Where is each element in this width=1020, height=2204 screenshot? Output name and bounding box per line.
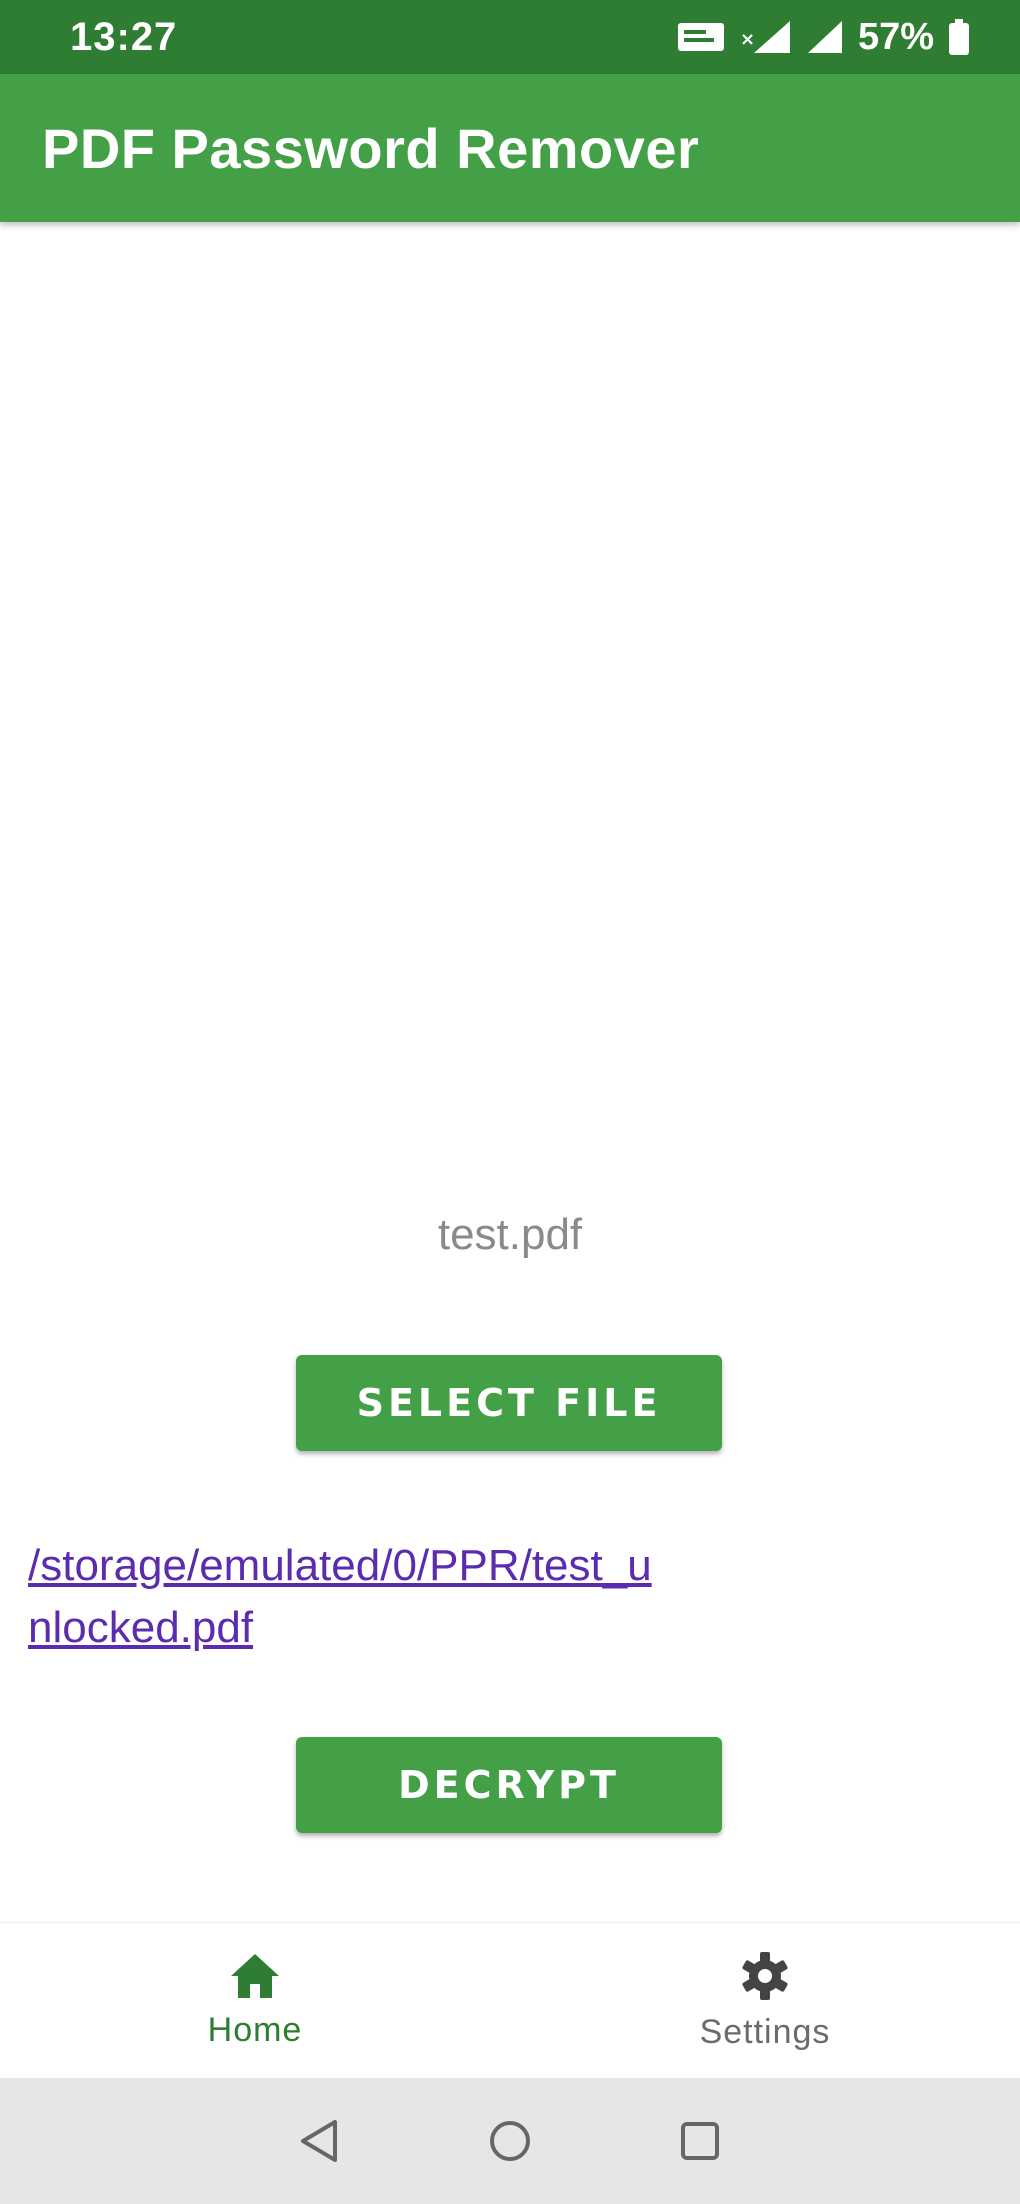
svg-text:×: × xyxy=(740,29,755,50)
nav-item-settings[interactable]: Settings xyxy=(510,1923,1020,2079)
system-navigation-bar xyxy=(0,2078,1020,2204)
select-file-button[interactable]: SELECT FILE xyxy=(296,1355,722,1451)
nav-item-home[interactable]: Home xyxy=(0,1923,510,2079)
battery-percentage: 57% xyxy=(857,15,934,58)
bottom-navigation: Home Settings xyxy=(0,1922,1020,2078)
home-icon xyxy=(229,1952,281,2005)
app-bar: PDF Password Remover xyxy=(0,74,1020,222)
status-bar: 13:27 × 57% xyxy=(0,0,1020,74)
nav-item-label: Home xyxy=(207,2011,303,2049)
output-file-path-link[interactable]: /storage/emulated/0/PPR/test_unlocked.pd… xyxy=(28,1535,668,1659)
app-title: PDF Password Remover xyxy=(42,116,700,180)
signal-icon xyxy=(806,19,844,55)
nav-item-label: Settings xyxy=(699,2013,831,2051)
selected-file-name: test.pdf xyxy=(437,1210,583,1259)
recents-icon[interactable] xyxy=(675,2116,725,2166)
status-icons: × 57% xyxy=(676,16,970,59)
gear-icon xyxy=(739,1950,791,2007)
message-icon xyxy=(676,20,726,54)
mobile-data-signal-icon: × xyxy=(740,19,792,55)
status-time: 13:27 xyxy=(70,14,178,59)
decrypt-button[interactable]: DECRYPT xyxy=(296,1737,722,1833)
back-icon[interactable] xyxy=(295,2116,345,2166)
battery-icon xyxy=(948,18,970,56)
home-circle-icon[interactable] xyxy=(485,2116,535,2166)
